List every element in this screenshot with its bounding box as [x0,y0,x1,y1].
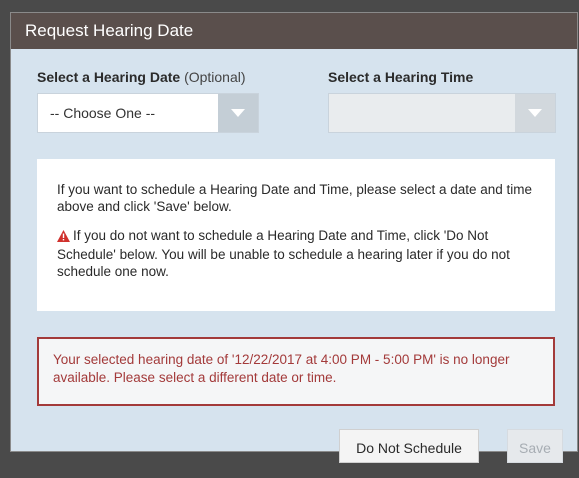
dialog-title: Request Hearing Date [11,13,577,49]
instructions-paragraph-warning: If you do not want to schedule a Hearing… [57,227,535,280]
time-field-label: Select a Hearing Time [328,69,473,85]
do-not-schedule-button[interactable]: Do Not Schedule [339,429,479,463]
chevron-down-icon [528,109,542,117]
hearing-date-select[interactable]: -- Choose One -- [37,93,259,133]
instructions-paragraph-save: If you want to schedule a Hearing Date a… [57,182,533,214]
warning-text: If you do not want to schedule a Hearing… [57,228,510,279]
warning-triangle-icon [57,229,70,246]
date-dropdown-button[interactable] [218,94,258,132]
request-hearing-dialog: Request Hearing Date Select a Hearing Da… [10,12,578,463]
hearing-time-select[interactable] [328,93,556,133]
date-label-text: Select a Hearing Date [37,69,181,85]
time-dropdown-button[interactable] [515,94,555,132]
time-label-text: Select a Hearing Time [328,69,474,85]
instructions-panel: If you want to schedule a Hearing Date a… [37,159,555,311]
error-alert: Your selected hearing date of '12/22/201… [37,337,555,406]
error-message: Your selected hearing date of '12/22/201… [53,352,510,385]
optional-hint: (Optional) [184,69,246,85]
date-field-label: Select a Hearing Date (Optional) [37,69,246,85]
hearing-date-value: -- Choose One -- [50,105,156,121]
save-button[interactable]: Save [507,429,563,463]
chevron-down-icon [231,109,245,117]
